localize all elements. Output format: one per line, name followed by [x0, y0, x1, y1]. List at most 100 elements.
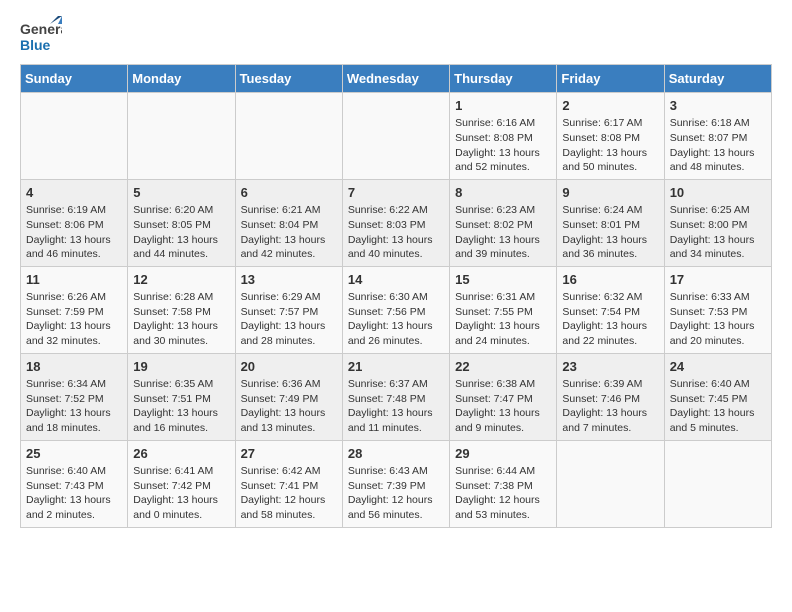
- page-header: General Blue: [20, 16, 772, 56]
- cell-text: Sunrise: 6:24 AM: [562, 203, 658, 218]
- header-saturday: Saturday: [664, 65, 771, 93]
- day-number: 1: [455, 97, 551, 115]
- cell-text: Sunset: 7:49 PM: [241, 392, 337, 407]
- cell-text: Sunset: 8:00 PM: [670, 218, 766, 233]
- calendar-cell: 10Sunrise: 6:25 AMSunset: 8:00 PMDayligh…: [664, 179, 771, 266]
- cell-text: Daylight: 13 hours: [133, 319, 229, 334]
- logo-icon: General Blue: [20, 16, 60, 56]
- cell-text: Daylight: 13 hours: [562, 146, 658, 161]
- cell-text: Sunset: 7:53 PM: [670, 305, 766, 320]
- day-number: 20: [241, 358, 337, 376]
- calendar-cell: 17Sunrise: 6:33 AMSunset: 7:53 PMDayligh…: [664, 266, 771, 353]
- cell-text: Daylight: 13 hours: [241, 319, 337, 334]
- day-number: 9: [562, 184, 658, 202]
- calendar-cell: 9Sunrise: 6:24 AMSunset: 8:01 PMDaylight…: [557, 179, 664, 266]
- calendar-cell: 25Sunrise: 6:40 AMSunset: 7:43 PMDayligh…: [21, 440, 128, 527]
- cell-text: Sunrise: 6:21 AM: [241, 203, 337, 218]
- day-number: 12: [133, 271, 229, 289]
- cell-text: and 2 minutes.: [26, 508, 122, 523]
- header-tuesday: Tuesday: [235, 65, 342, 93]
- cell-text: and 0 minutes.: [133, 508, 229, 523]
- cell-text: Daylight: 13 hours: [455, 146, 551, 161]
- cell-text: Sunrise: 6:40 AM: [670, 377, 766, 392]
- cell-text: Sunset: 8:08 PM: [562, 131, 658, 146]
- cell-text: Sunrise: 6:19 AM: [26, 203, 122, 218]
- cell-text: Daylight: 13 hours: [133, 406, 229, 421]
- cell-text: Sunrise: 6:17 AM: [562, 116, 658, 131]
- calendar-cell: 27Sunrise: 6:42 AMSunset: 7:41 PMDayligh…: [235, 440, 342, 527]
- cell-text: Daylight: 13 hours: [26, 319, 122, 334]
- day-number: 27: [241, 445, 337, 463]
- cell-text: and 7 minutes.: [562, 421, 658, 436]
- cell-text: Sunrise: 6:31 AM: [455, 290, 551, 305]
- calendar-cell: 14Sunrise: 6:30 AMSunset: 7:56 PMDayligh…: [342, 266, 449, 353]
- calendar-cell: 8Sunrise: 6:23 AMSunset: 8:02 PMDaylight…: [450, 179, 557, 266]
- cell-text: Sunset: 8:03 PM: [348, 218, 444, 233]
- cell-text: Daylight: 13 hours: [670, 233, 766, 248]
- cell-text: Sunset: 8:01 PM: [562, 218, 658, 233]
- calendar-cell: 6Sunrise: 6:21 AMSunset: 8:04 PMDaylight…: [235, 179, 342, 266]
- calendar-cell: [128, 93, 235, 180]
- cell-text: Sunrise: 6:22 AM: [348, 203, 444, 218]
- cell-text: Daylight: 12 hours: [455, 493, 551, 508]
- day-number: 18: [26, 358, 122, 376]
- cell-text: Sunset: 7:51 PM: [133, 392, 229, 407]
- cell-text: Daylight: 13 hours: [670, 146, 766, 161]
- cell-text: Daylight: 13 hours: [348, 319, 444, 334]
- calendar-cell: [235, 93, 342, 180]
- calendar-cell: 7Sunrise: 6:22 AMSunset: 8:03 PMDaylight…: [342, 179, 449, 266]
- cell-text: Sunset: 7:41 PM: [241, 479, 337, 494]
- header-thursday: Thursday: [450, 65, 557, 93]
- cell-text: and 11 minutes.: [348, 421, 444, 436]
- cell-text: Daylight: 13 hours: [455, 406, 551, 421]
- cell-text: Daylight: 13 hours: [455, 233, 551, 248]
- cell-text: Daylight: 13 hours: [670, 406, 766, 421]
- cell-text: and 58 minutes.: [241, 508, 337, 523]
- cell-text: Daylight: 13 hours: [455, 319, 551, 334]
- svg-text:General: General: [20, 21, 62, 37]
- cell-text: Sunrise: 6:16 AM: [455, 116, 551, 131]
- cell-text: and 30 minutes.: [133, 334, 229, 349]
- cell-text: and 34 minutes.: [670, 247, 766, 262]
- calendar-cell: 28Sunrise: 6:43 AMSunset: 7:39 PMDayligh…: [342, 440, 449, 527]
- cell-text: Sunrise: 6:25 AM: [670, 203, 766, 218]
- day-number: 8: [455, 184, 551, 202]
- cell-text: Sunset: 7:57 PM: [241, 305, 337, 320]
- calendar-cell: 29Sunrise: 6:44 AMSunset: 7:38 PMDayligh…: [450, 440, 557, 527]
- cell-text: Sunrise: 6:20 AM: [133, 203, 229, 218]
- cell-text: Sunrise: 6:30 AM: [348, 290, 444, 305]
- cell-text: and 18 minutes.: [26, 421, 122, 436]
- cell-text: Sunset: 7:46 PM: [562, 392, 658, 407]
- day-number: 25: [26, 445, 122, 463]
- cell-text: Sunrise: 6:44 AM: [455, 464, 551, 479]
- cell-text: Daylight: 13 hours: [348, 233, 444, 248]
- calendar-cell: 3Sunrise: 6:18 AMSunset: 8:07 PMDaylight…: [664, 93, 771, 180]
- cell-text: Sunset: 7:42 PM: [133, 479, 229, 494]
- day-number: 14: [348, 271, 444, 289]
- cell-text: and 16 minutes.: [133, 421, 229, 436]
- cell-text: and 44 minutes.: [133, 247, 229, 262]
- cell-text: Sunrise: 6:26 AM: [26, 290, 122, 305]
- cell-text: Daylight: 13 hours: [241, 406, 337, 421]
- cell-text: Sunrise: 6:38 AM: [455, 377, 551, 392]
- calendar-cell: 1Sunrise: 6:16 AMSunset: 8:08 PMDaylight…: [450, 93, 557, 180]
- cell-text: Sunrise: 6:32 AM: [562, 290, 658, 305]
- day-number: 24: [670, 358, 766, 376]
- calendar-week-row: 11Sunrise: 6:26 AMSunset: 7:59 PMDayligh…: [21, 266, 772, 353]
- cell-text: Sunset: 8:06 PM: [26, 218, 122, 233]
- header-sunday: Sunday: [21, 65, 128, 93]
- svg-text:Blue: Blue: [20, 37, 51, 53]
- cell-text: Sunset: 7:58 PM: [133, 305, 229, 320]
- cell-text: Sunset: 7:55 PM: [455, 305, 551, 320]
- cell-text: Daylight: 13 hours: [26, 406, 122, 421]
- cell-text: Sunrise: 6:43 AM: [348, 464, 444, 479]
- cell-text: Daylight: 13 hours: [133, 493, 229, 508]
- day-number: 16: [562, 271, 658, 289]
- cell-text: Sunrise: 6:18 AM: [670, 116, 766, 131]
- header-monday: Monday: [128, 65, 235, 93]
- cell-text: and 20 minutes.: [670, 334, 766, 349]
- cell-text: Sunrise: 6:23 AM: [455, 203, 551, 218]
- calendar-cell: 19Sunrise: 6:35 AMSunset: 7:51 PMDayligh…: [128, 353, 235, 440]
- calendar-cell: 2Sunrise: 6:17 AMSunset: 8:08 PMDaylight…: [557, 93, 664, 180]
- cell-text: and 50 minutes.: [562, 160, 658, 175]
